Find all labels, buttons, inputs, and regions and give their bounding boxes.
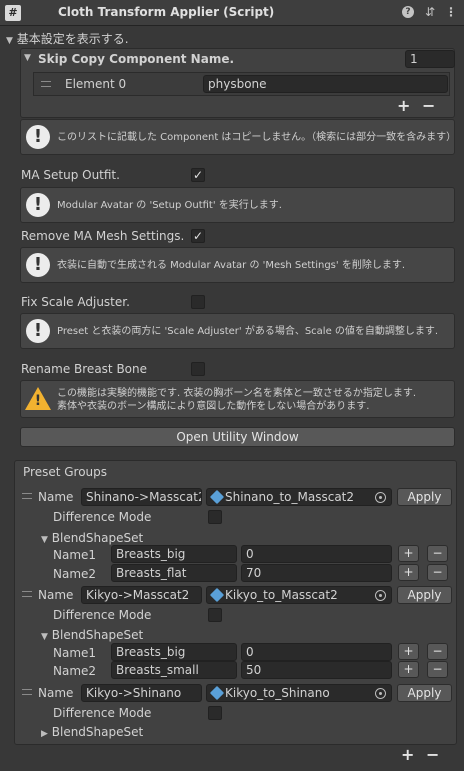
difference-mode-checkbox[interactable] <box>208 510 222 524</box>
remove-mesh-help-text: 衣装に自動で生成される Modular Avatar の 'Mesh Setti… <box>57 260 406 271</box>
blendshape-name-label: Name1 <box>53 548 97 562</box>
preset-name-label: Name <box>38 588 74 602</box>
remove-mesh-label: Remove MA Mesh Settings. <box>21 229 185 243</box>
skip-copy-help-text: このリストに記載した Component はコピーしません。（検索には部分一致を… <box>57 132 457 143</box>
remove-mesh-checkbox[interactable]: ✓ <box>191 229 205 243</box>
info-icon: ! <box>26 125 50 149</box>
blendshape-value-field[interactable]: 50 <box>241 661 392 679</box>
difference-mode-label: Difference Mode <box>53 608 152 622</box>
apply-button[interactable]: Apply <box>397 586 452 604</box>
blendshapeset-foldout[interactable]: ▶ BlendShapeSet <box>41 725 143 739</box>
blendshapeset-label: BlendShapeSet <box>51 628 144 642</box>
remove-preset-button[interactable]: − <box>426 745 439 764</box>
skip-copy-count-field[interactable]: 1 <box>405 50 455 68</box>
rename-breast-help-line2: 素体や衣装のボーン構成により意図した動作をしない場合があります. <box>57 401 370 412</box>
rename-breast-help-line1: この機能は実験的機能です. 衣装の胸ボーン名を素体と一致させるか指定します. <box>57 388 417 399</box>
blendshape-value-field[interactable]: 70 <box>241 564 392 582</box>
blendshape-name-label: Name2 <box>53 567 97 581</box>
blendshape-shape-field[interactable]: Breasts_small <box>111 661 237 679</box>
blendshape-remove-button[interactable]: − <box>427 545 448 562</box>
preset-object-value: Kikyo_to_Shinano <box>225 686 330 700</box>
fix-scale-help-text: Preset と衣装の両方に 'Scale Adjuster' がある場合、Sc… <box>57 326 439 337</box>
blendshapeset-foldout[interactable]: ▼ BlendShapeSet <box>41 628 143 642</box>
blendshape-remove-button[interactable]: − <box>427 564 448 581</box>
chevron-down-icon: ▼ <box>41 535 48 545</box>
blendshape-shape-field[interactable]: Breasts_flat <box>111 564 237 582</box>
preset-object-field[interactable]: Kikyo_to_Shinano <box>206 684 392 702</box>
blendshape-remove-button[interactable]: − <box>427 643 448 660</box>
chevron-down-icon: ▼ <box>6 36 13 46</box>
ma-setup-help-text: Modular Avatar の 'Setup Outfit' を実行します. <box>57 200 282 211</box>
preset-name-label: Name <box>38 490 74 504</box>
drag-handle-icon[interactable] <box>41 81 51 87</box>
skip-copy-title: Skip Copy Component Name. <box>38 52 235 66</box>
element-label: Element 0 <box>65 77 127 91</box>
difference-mode-checkbox[interactable] <box>208 706 222 720</box>
add-preset-button[interactable]: + <box>401 745 414 764</box>
blendshape-add-button[interactable]: + <box>398 545 419 562</box>
blendshape-name-label: Name2 <box>53 664 97 678</box>
open-utility-window-button[interactable]: Open Utility Window <box>20 427 455 447</box>
object-picker-icon[interactable] <box>375 590 386 601</box>
blendshape-value-field[interactable]: 0 <box>241 643 392 661</box>
apply-button[interactable]: Apply <box>397 488 452 506</box>
object-picker-icon[interactable] <box>375 688 386 699</box>
chevron-down-icon: ▼ <box>41 632 48 642</box>
blendshape-shape-field[interactable]: Breasts_big <box>111 545 237 563</box>
fix-scale-checkbox[interactable] <box>191 295 205 309</box>
info-icon: ! <box>26 253 50 277</box>
object-picker-icon[interactable] <box>375 492 386 503</box>
blendshape-remove-button[interactable]: − <box>427 661 448 678</box>
preset-name-field[interactable]: Kikyo->Masscat2 <box>81 586 202 604</box>
blendshape-shape-field[interactable]: Breasts_big <box>111 643 237 661</box>
blendshape-add-button[interactable]: + <box>398 564 419 581</box>
info-icon: ! <box>26 319 50 343</box>
gameobject-icon <box>209 587 225 603</box>
difference-mode-label: Difference Mode <box>53 510 152 524</box>
apply-button[interactable]: Apply <box>397 684 452 702</box>
chevron-down-icon[interactable]: ▼ <box>24 53 31 63</box>
drag-handle-icon[interactable] <box>22 591 32 597</box>
blendshape-name-label: Name1 <box>53 646 97 660</box>
blendshape-add-button[interactable]: + <box>398 661 419 678</box>
warning-mark: ! <box>34 393 42 409</box>
gameobject-icon <box>209 489 225 505</box>
script-icon: # <box>5 5 21 21</box>
chevron-right-icon: ▶ <box>41 729 48 739</box>
preset-name-label: Name <box>38 686 74 700</box>
fix-scale-label: Fix Scale Adjuster. <box>21 295 130 309</box>
element-value-field[interactable]: physbone <box>203 75 448 93</box>
info-icon: ! <box>26 193 50 217</box>
ma-setup-checkbox[interactable]: ✓ <box>191 168 205 182</box>
remove-element-button[interactable]: − <box>422 96 435 115</box>
more-menu-icon[interactable]: ⋮ <box>444 5 458 19</box>
gameobject-icon <box>209 685 225 701</box>
rename-breast-checkbox[interactable] <box>191 362 205 376</box>
basic-settings-label: 基本設定を表示する. <box>16 32 129 46</box>
preset-object-value: Kikyo_to_Masscat2 <box>225 588 338 602</box>
add-element-button[interactable]: + <box>397 96 410 115</box>
rename-breast-label: Rename Breast Bone <box>21 362 147 376</box>
component-title: Cloth Transform Applier (Script) <box>58 5 275 19</box>
preset-name-field[interactable]: Shinano->Masscat2 <box>81 488 202 506</box>
blendshapeset-label: BlendShapeSet <box>51 725 144 739</box>
preset-object-field[interactable]: Shinano_to_Masscat2 <box>206 488 392 506</box>
difference-mode-checkbox[interactable] <box>208 608 222 622</box>
preset-object-field[interactable]: Kikyo_to_Masscat2 <box>206 586 392 604</box>
blendshape-value-field[interactable]: 0 <box>241 545 392 563</box>
drag-handle-icon[interactable] <box>22 689 32 695</box>
help-icon[interactable]: ? <box>402 5 416 19</box>
blendshapeset-label: BlendShapeSet <box>51 531 144 545</box>
blendshape-add-button[interactable]: + <box>398 643 419 660</box>
ma-setup-label: MA Setup Outfit. <box>21 168 120 182</box>
difference-mode-label: Difference Mode <box>53 706 152 720</box>
settings-sliders-icon[interactable]: ⇵ <box>423 5 437 19</box>
drag-handle-icon[interactable] <box>22 493 32 499</box>
basic-settings-foldout[interactable]: ▼ 基本設定を表示する. <box>6 30 129 47</box>
warning-icon: ! <box>25 387 51 410</box>
preset-name-field[interactable]: Kikyo->Shinano <box>81 684 202 702</box>
blendshapeset-foldout[interactable]: ▼ BlendShapeSet <box>41 531 143 545</box>
preset-object-value: Shinano_to_Masscat2 <box>225 490 355 504</box>
preset-groups-title: Preset Groups <box>23 465 108 479</box>
